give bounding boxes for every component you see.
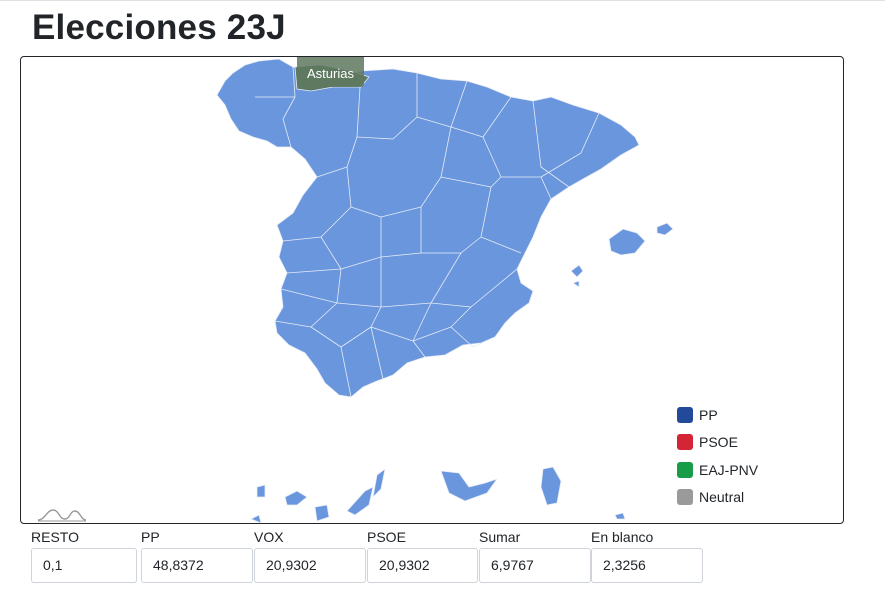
field-sumar: Sumar 6,9767 <box>479 527 591 583</box>
canary-islet-2[interactable] <box>614 512 626 520</box>
legend-item-pp[interactable]: PP <box>677 401 758 429</box>
legend-label: PSOE <box>699 434 738 451</box>
field-label: VOX <box>254 529 284 545</box>
top-divider <box>0 0 885 4</box>
chart-library-logo-icon[interactable] <box>37 507 87 523</box>
vox-input[interactable]: 20,9302 <box>254 548 366 583</box>
resto-input[interactable]: 0,1 <box>31 548 137 583</box>
sumar-input[interactable]: 6,9767 <box>479 548 591 583</box>
field-label: PP <box>141 529 160 545</box>
balearic-menorca[interactable] <box>656 222 674 236</box>
results-fields: RESTO 0,1 PP 48,8372 VOX 20,9302 PSOE 20… <box>0 527 885 591</box>
canary-gran-canaria[interactable] <box>314 504 330 522</box>
page-title: Elecciones 23J <box>32 8 286 47</box>
canary-fuerteventura[interactable] <box>346 486 374 516</box>
map-legend: PP PSOE EAJ-PNV Neutral <box>677 401 758 511</box>
legend-label: Neutral <box>699 489 745 506</box>
legend-item-eaj-pnv[interactable]: EAJ-PNV <box>677 456 758 484</box>
field-label: RESTO <box>31 529 79 545</box>
pp-input[interactable]: 48,8372 <box>141 548 253 583</box>
field-label: PSOE <box>367 529 406 545</box>
legend-swatch <box>677 434 693 451</box>
region-tooltip: Asturias <box>297 57 364 87</box>
legend-item-neutral[interactable]: Neutral <box>677 484 758 512</box>
legend-swatch <box>677 461 693 478</box>
psoe-input[interactable]: 20,9302 <box>367 548 478 583</box>
canary-islet[interactable] <box>250 514 262 523</box>
canary-tenerife[interactable] <box>440 470 498 502</box>
field-resto: RESTO 0,1 <box>31 527 137 583</box>
field-vox: VOX 20,9302 <box>254 527 366 583</box>
legend-label: PP <box>699 406 718 423</box>
balearic-mallorca[interactable] <box>608 228 646 256</box>
canary-el-hierro[interactable] <box>256 484 266 498</box>
legend-swatch <box>677 406 693 423</box>
canary-la-gomera[interactable] <box>540 466 562 506</box>
field-label: En blanco <box>591 529 654 545</box>
field-psoe: PSOE 20,9302 <box>367 527 478 583</box>
field-pp: PP 48,8372 <box>141 527 253 583</box>
en-blanco-input[interactable]: 2,3256 <box>591 548 703 583</box>
balearic-formentera[interactable] <box>572 280 580 288</box>
peninsula-region[interactable] <box>216 58 640 398</box>
canary-lanzarote[interactable] <box>372 468 386 498</box>
balearic-ibiza[interactable] <box>570 264 584 278</box>
field-en-blanco: En blanco 2,3256 <box>591 527 703 583</box>
map-regions <box>216 58 674 523</box>
legend-item-psoe[interactable]: PSOE <box>677 429 758 457</box>
field-label: Sumar <box>479 529 521 545</box>
legend-swatch <box>677 489 693 506</box>
legend-label: EAJ-PNV <box>699 461 759 478</box>
map-card: Asturias PP PSOE EAJ-PNV Neutral <box>20 56 844 524</box>
canary-la-palma[interactable] <box>284 490 308 506</box>
